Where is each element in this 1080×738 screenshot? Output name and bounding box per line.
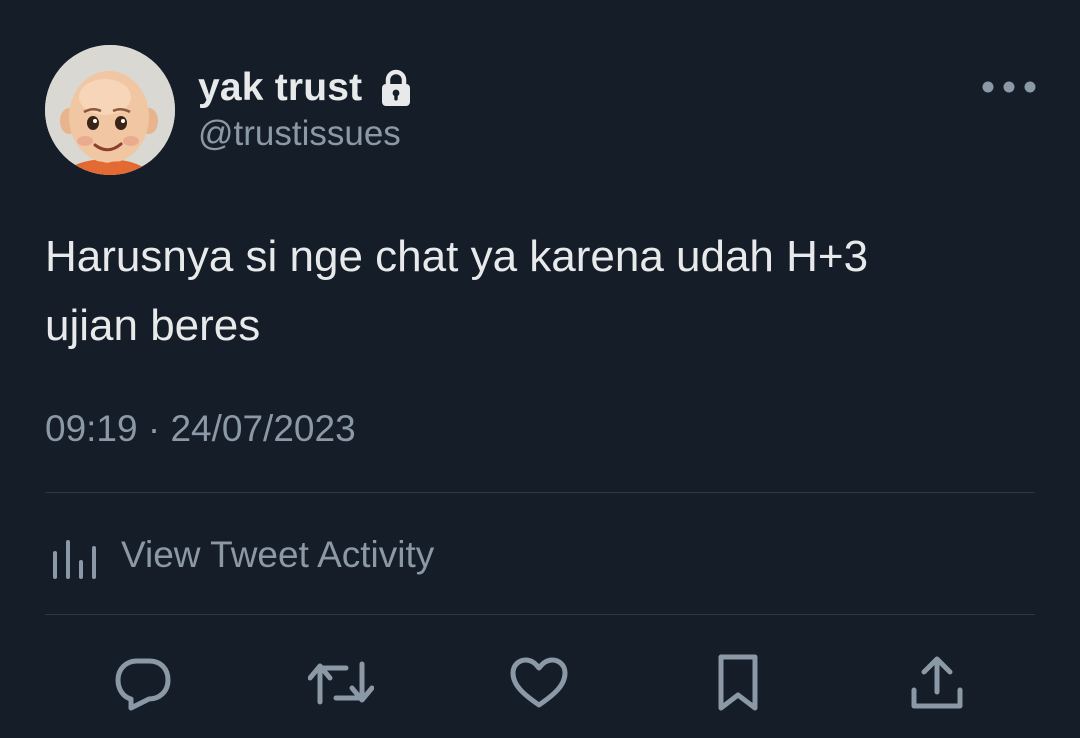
- tweet-text-line: Harusnya si nge chat ya karena udah H+3: [45, 232, 869, 281]
- share-button[interactable]: [902, 648, 972, 718]
- divider: [45, 492, 1035, 493]
- tweet-timestamp[interactable]: 09:19 · 24/07/2023: [45, 408, 356, 450]
- bar-chart-icon: [45, 527, 101, 583]
- heart-icon: [509, 657, 569, 709]
- tweet-text: Harusnya si nge chat ya karena udah H+3 …: [45, 222, 1035, 360]
- tweet-text-line: ujian beres: [45, 301, 261, 350]
- like-button[interactable]: [504, 648, 574, 718]
- tweet-detail: yak trust @trustissues Harusnya si nge c…: [0, 0, 1080, 738]
- user-handle[interactable]: @trustissues: [198, 114, 401, 154]
- reply-button[interactable]: [108, 648, 178, 718]
- divider: [45, 614, 1035, 615]
- bookmark-icon: [715, 653, 761, 713]
- display-name-row[interactable]: yak trust: [198, 64, 412, 112]
- lock-icon: [380, 69, 412, 107]
- share-icon: [909, 654, 965, 712]
- avatar-image: [45, 45, 175, 175]
- more-options-icon[interactable]: [980, 74, 1038, 100]
- retweet-button[interactable]: [306, 648, 376, 718]
- view-tweet-activity-button[interactable]: View Tweet Activity: [45, 525, 434, 585]
- reply-icon: [113, 655, 173, 711]
- display-name[interactable]: yak trust: [198, 66, 362, 110]
- retweet-icon: [308, 658, 374, 708]
- view-tweet-activity-label: View Tweet Activity: [121, 534, 435, 575]
- avatar[interactable]: [45, 45, 175, 175]
- bookmark-button[interactable]: [703, 648, 773, 718]
